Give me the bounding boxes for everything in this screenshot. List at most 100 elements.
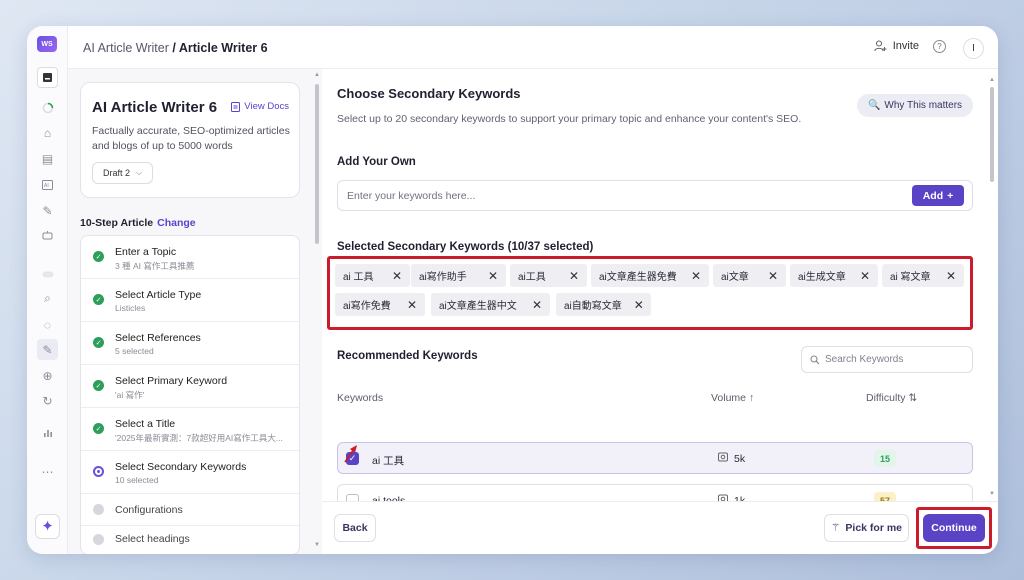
add-own-heading: Add Your Own — [337, 156, 416, 168]
feather-icon[interactable]: ✎ — [39, 202, 56, 219]
chip-label: ai文章產生器免費 — [599, 272, 677, 283]
check-circle-icon: ✓ — [93, 423, 104, 434]
keyword-input[interactable] — [339, 182, 899, 209]
chart-icon[interactable] — [39, 424, 56, 441]
change-link[interactable]: Change — [157, 217, 196, 229]
chip-label: ai寫作免費 — [343, 301, 391, 312]
add-keyword-field: Add+ — [337, 180, 973, 211]
check-circle-icon: ✓ — [93, 380, 104, 391]
zoom-icon[interactable]: ⌕ — [39, 289, 56, 306]
table-row[interactable]: ✓ ai 工具 5k 15 — [337, 442, 973, 474]
keyword-cell: ai 工具 — [372, 455, 405, 467]
app-logo[interactable]: WS — [37, 36, 57, 52]
continue-button[interactable]: Continue — [923, 514, 985, 542]
help-icon[interactable]: ? — [933, 40, 946, 53]
steps-panel: AI Article Writer 6 View Docs Factually … — [68, 69, 322, 554]
steps-header: 10-Step Article Change — [80, 217, 196, 229]
col-volume[interactable]: Volume ↑ — [711, 392, 754, 404]
difficulty-badge: 15 — [874, 450, 896, 467]
keyword-chip: ai文章 ✕ — [713, 264, 786, 287]
articles-icon[interactable]: ▤ — [39, 150, 56, 167]
search-placeholder: Search Keywords — [825, 354, 904, 365]
keyword-chip: ai生成文章 ✕ — [790, 264, 878, 287]
upload-icon[interactable]: ⊕ — [39, 367, 56, 384]
close-icon[interactable]: ✕ — [768, 269, 778, 283]
close-icon[interactable]: ✕ — [407, 298, 417, 312]
breadcrumb-current: Article Writer 6 — [178, 41, 268, 55]
step-item[interactable]: ✓ Select a Title '2025年最新實測：7款超好用AI寫作工具大..… — [81, 408, 299, 451]
close-icon[interactable]: ✕ — [634, 298, 644, 312]
chip-label: ai生成文章 — [798, 272, 846, 283]
step-title: Select Primary Keyword — [115, 375, 228, 387]
volume-icon — [718, 452, 729, 465]
close-icon[interactable]: ✕ — [946, 269, 956, 283]
col-keywords[interactable]: Keywords — [337, 392, 383, 404]
close-icon[interactable]: ✕ — [532, 298, 542, 312]
article-info-card: AI Article Writer 6 View Docs Factually … — [80, 82, 300, 198]
view-docs-label: View Docs — [244, 101, 289, 112]
why-label: Why This matters — [884, 100, 963, 111]
keyword-chip: ai工具 ✕ — [510, 264, 587, 287]
view-docs-link[interactable]: View Docs — [231, 101, 289, 112]
step-title: Configurations — [115, 504, 183, 516]
keyword-chip: ai 工具 ✕ — [335, 264, 410, 287]
close-icon[interactable]: ✕ — [691, 269, 701, 283]
avatar[interactable]: I — [963, 38, 984, 59]
step-item[interactable]: ✓ Select Primary Keyword 'ai 寫作' — [81, 365, 299, 408]
step-item[interactable]: ✓ Select Article Type Listicles — [81, 279, 299, 322]
why-this-matters-button[interactable]: 🔍 Why This matters — [857, 94, 973, 117]
main-content: Choose Secondary Keywords Select up to 2… — [322, 69, 998, 554]
toggle-icon[interactable] — [39, 266, 56, 283]
chip-label: ai工具 — [518, 272, 546, 283]
close-icon[interactable]: ✕ — [569, 269, 579, 283]
bot-icon[interactable] — [39, 227, 56, 244]
document-icon[interactable] — [37, 67, 58, 88]
selected-keywords-box: ai 工具 ✕ ai寫作助手 ✕ ai工具 ✕ ai文章產生器免費 ✕ ai文章 ✕ ai生成文章 ✕… — [327, 256, 973, 330]
refresh-icon[interactable]: ↻ — [39, 392, 56, 409]
breadcrumb-parent[interactable]: AI Article Writer — [83, 41, 169, 55]
invite-label: Invite — [892, 40, 919, 52]
close-icon[interactable]: ✕ — [392, 269, 402, 283]
left-scrollbar[interactable]: ▲ ▼ — [314, 72, 320, 548]
magnifier-icon: 🔍 — [867, 100, 881, 111]
invite-button[interactable]: Invite — [873, 40, 919, 52]
card-title: AI Article Writer 6 — [92, 99, 218, 116]
step-title: Select headings — [115, 533, 190, 545]
step-item[interactable]: Select headings — [81, 526, 299, 554]
page-title: Choose Secondary Keywords — [337, 86, 521, 101]
chip-label: ai自動寫文章 — [564, 301, 622, 312]
back-button[interactable]: Back — [334, 514, 376, 542]
pencil-icon[interactable]: ✎ — [37, 339, 58, 360]
step-item[interactable]: ✓ Select References 5 selected — [81, 322, 299, 365]
chevron-down-icon: ⌵ — [135, 168, 143, 177]
user-plus-icon — [873, 40, 887, 52]
step-title: Select References — [115, 332, 201, 344]
step-title: Select Article Type — [115, 289, 202, 301]
close-icon[interactable]: ✕ — [488, 269, 498, 283]
more-icon[interactable]: ⋯ — [39, 463, 56, 480]
home-icon[interactable]: ⌂ — [39, 124, 56, 141]
step-subtitle: Listicles — [115, 303, 146, 313]
add-button[interactable]: Add + — [912, 185, 964, 206]
step-item[interactable]: ✓ Enter a Topic 3 種 AI 寫作工具推薦 — [81, 236, 299, 279]
step-title: Select Secondary Keywords — [115, 461, 247, 473]
pending-step-icon — [93, 504, 104, 515]
chip-label: ai文章 — [721, 272, 749, 283]
bulb-icon[interactable]: ◌ — [39, 316, 56, 333]
ai-icon[interactable]: AI — [39, 176, 56, 193]
sparkle-icon[interactable]: ✦ — [35, 514, 60, 539]
step-title: Select a Title — [115, 418, 176, 430]
pick-for-me-button[interactable]: ⚚ Pick for me — [824, 514, 909, 542]
page-subtitle: Select up to 20 secondary keywords to su… — [337, 113, 802, 125]
main-scrollbar[interactable]: ▲ ▼ — [988, 77, 996, 497]
step-item[interactable]: Configurations — [81, 494, 299, 526]
keyword-chip: ai寫作助手 ✕ — [411, 264, 506, 287]
pick-label: Pick for me — [845, 522, 903, 534]
col-difficulty[interactable]: Difficulty ⇅ — [866, 392, 917, 404]
search-keywords-input[interactable]: Search Keywords — [801, 346, 973, 373]
app-window: WS ⌂ ▤ AI ✎ ⌕ ◌ ✎ ⊕ ↻ ⋯ ✦ AI Article Wri… — [27, 26, 998, 554]
close-icon[interactable]: ✕ — [860, 269, 870, 283]
draft-select[interactable]: Draft 2 ⌵ — [92, 162, 153, 184]
keyword-chip: ai文章產生器中文 ✕ — [431, 293, 550, 316]
step-item[interactable]: Select Secondary Keywords 10 selected — [81, 451, 299, 494]
